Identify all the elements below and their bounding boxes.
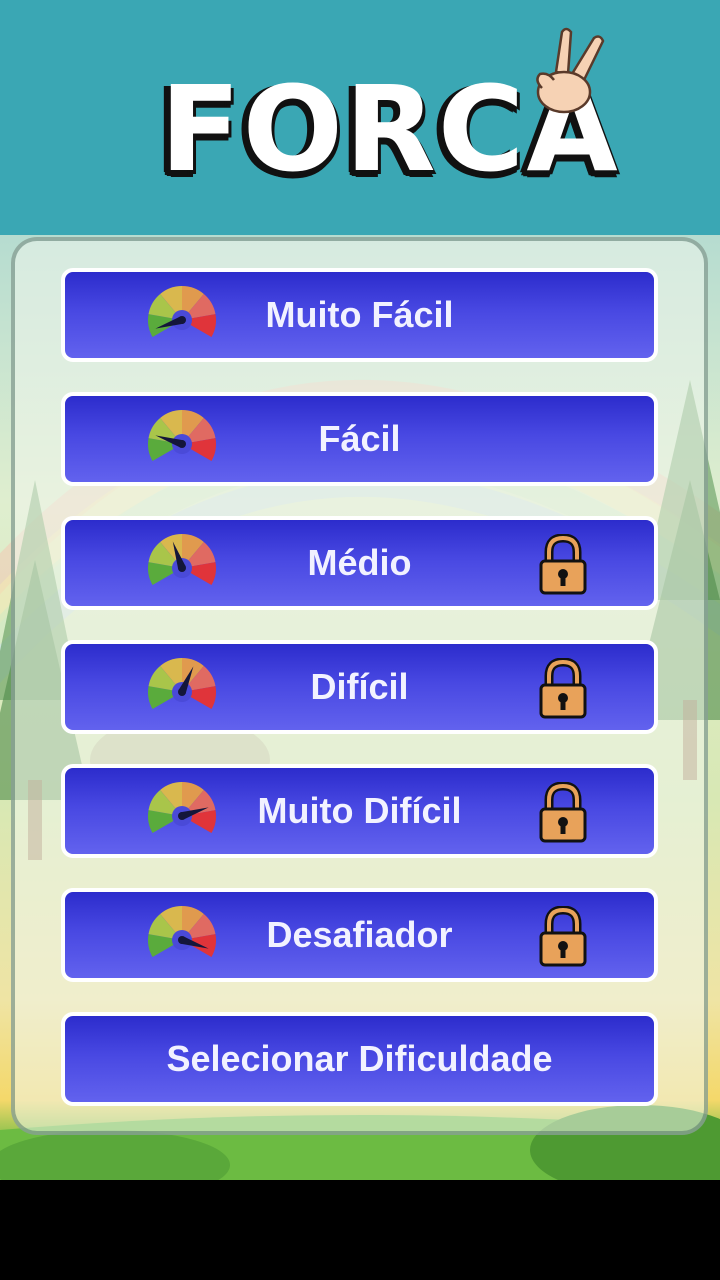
difficulty-label: Fácil [318, 418, 401, 459]
difficulty-button-muito-facil[interactable]: Muito Fácil [61, 268, 658, 362]
difficulty-button-desafiador[interactable]: Desafiador [61, 888, 658, 982]
padlock-icon [537, 905, 589, 973]
difficulty-button-muito-dificil[interactable]: Muito Difícil [61, 764, 658, 858]
game-title: FORCA [160, 60, 620, 198]
select-difficulty-label: Selecionar Dificuldade [166, 1038, 553, 1079]
difficulty-label: Muito Fácil [265, 294, 454, 335]
padlock-icon [537, 533, 589, 601]
difficulty-button-facil[interactable]: Fácil [61, 392, 658, 486]
select-difficulty-button[interactable]: Selecionar Dificuldade [61, 1012, 658, 1106]
game-screen: FORCA Muito Fácil Fácil Médio Difícil Muito … [0, 0, 720, 1180]
peace-hand-icon [536, 27, 605, 114]
padlock-icon [537, 657, 589, 725]
difficulty-button-dificil[interactable]: Difícil [61, 640, 658, 734]
padlock-icon [537, 781, 589, 849]
difficulty-button-medio[interactable]: Médio [61, 516, 658, 610]
